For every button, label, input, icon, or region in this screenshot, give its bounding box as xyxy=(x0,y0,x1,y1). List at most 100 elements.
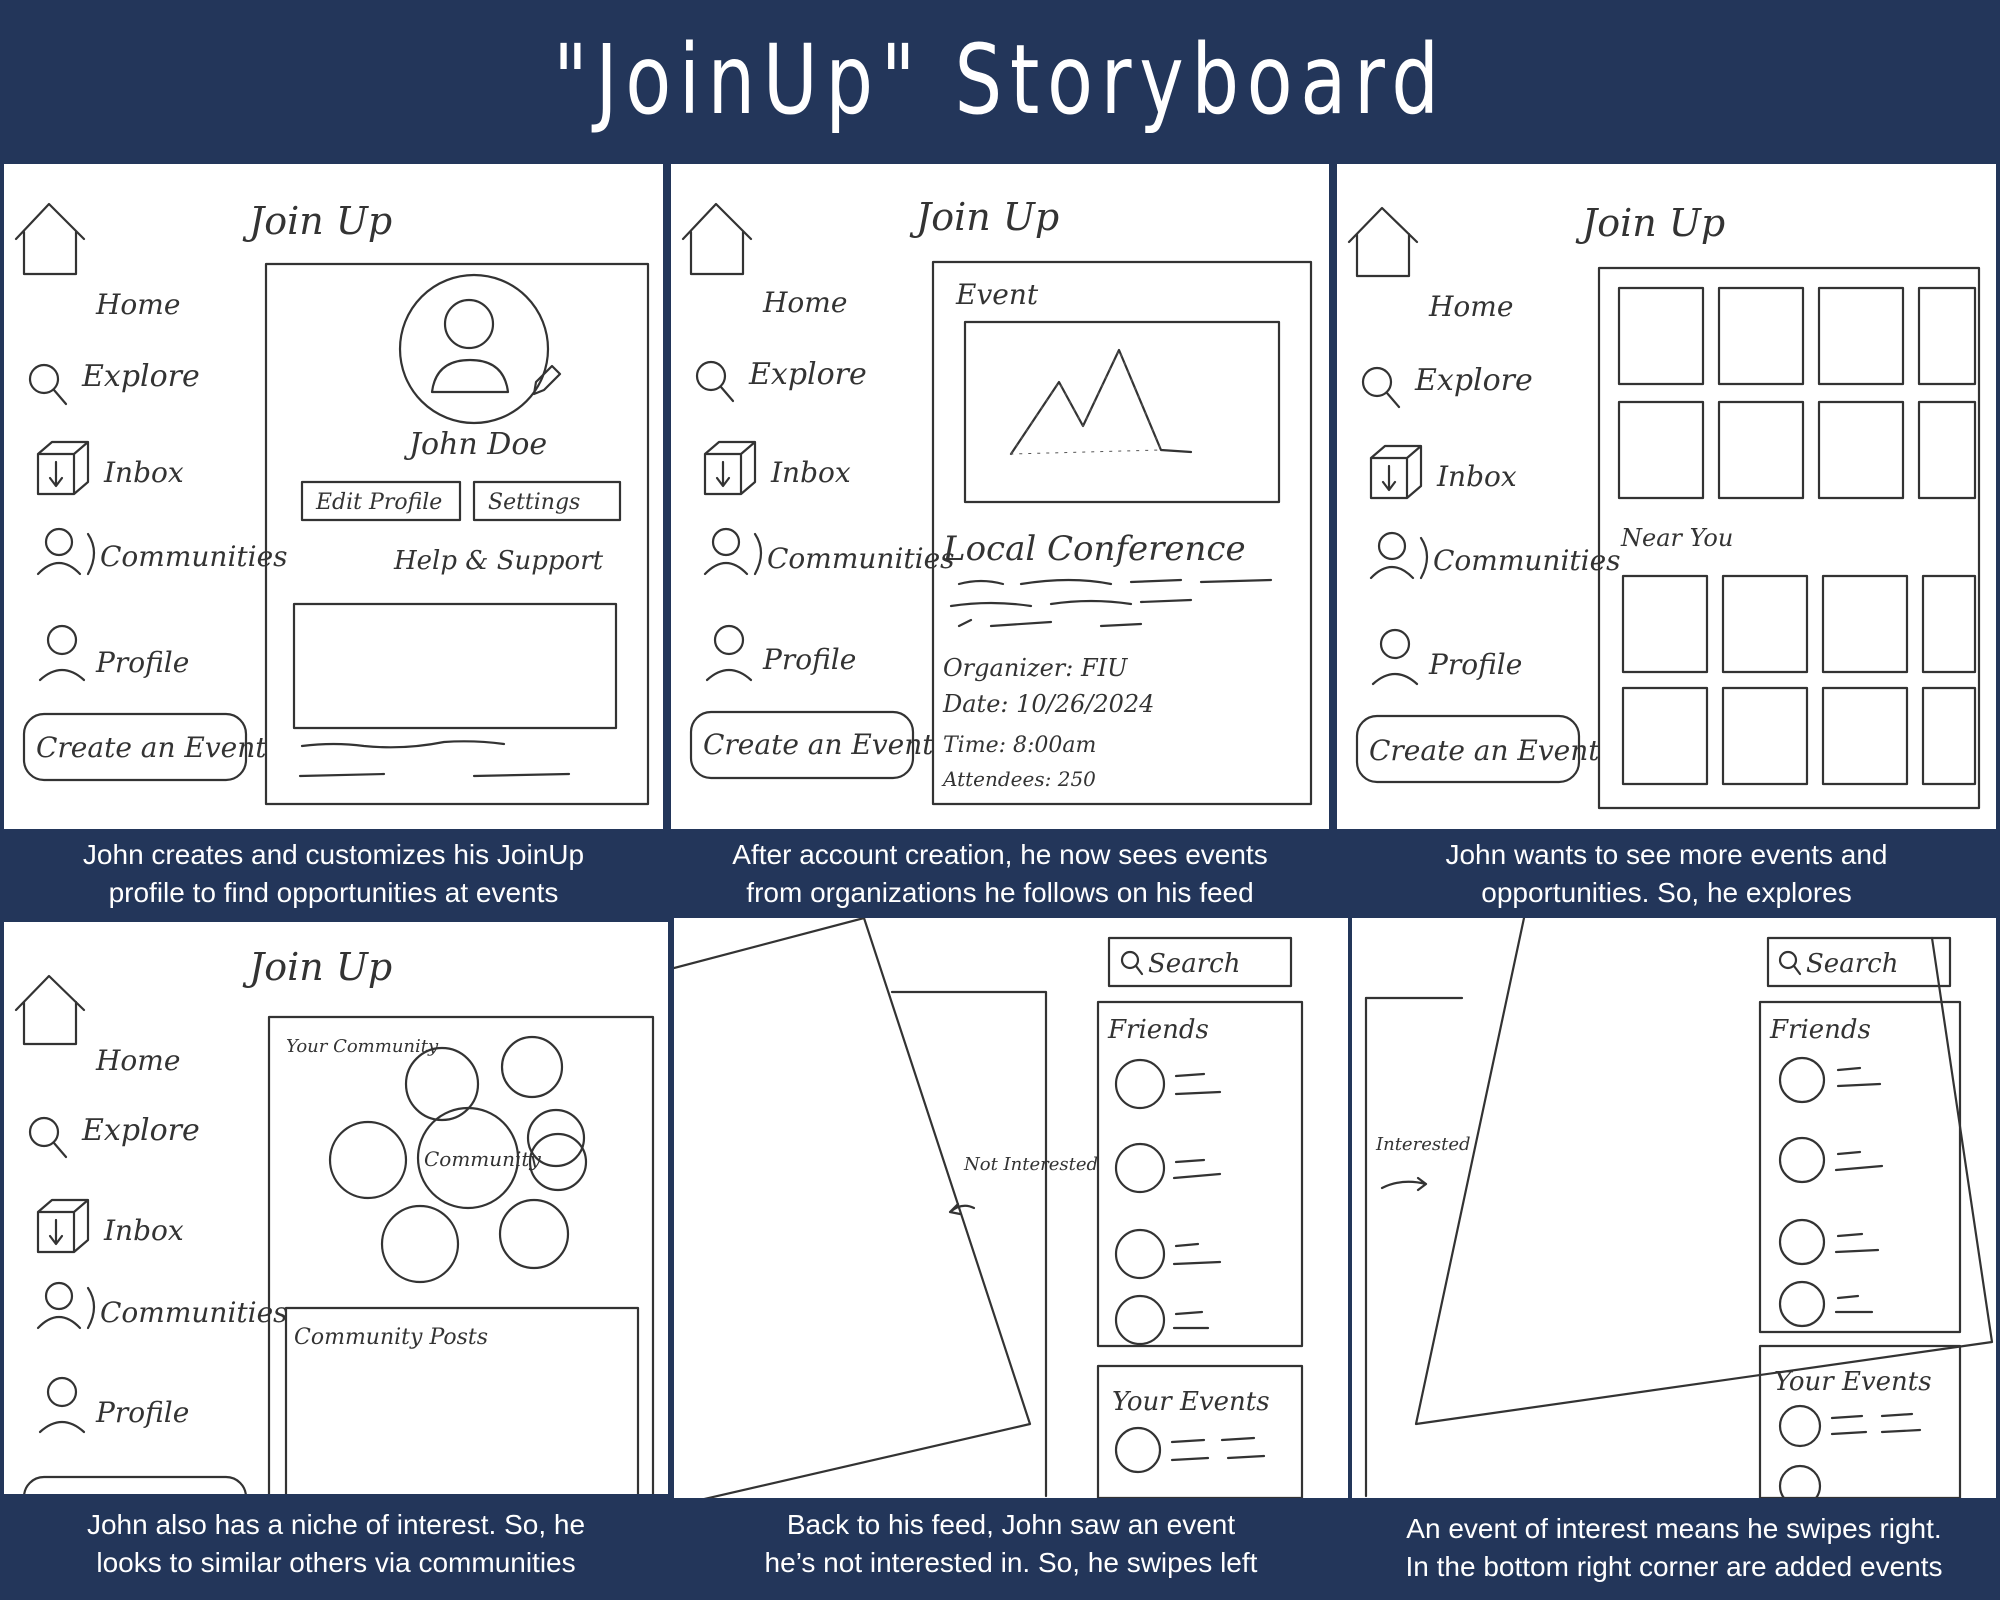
event-tile[interactable] xyxy=(1921,574,1977,674)
feed-card-behind xyxy=(890,990,1048,1498)
nav-profile[interactable]: Profile xyxy=(1428,648,1522,681)
nav-home[interactable]: Home xyxy=(762,286,847,319)
caption-6-line-2: In the bottom right corner are added eve… xyxy=(1405,1551,1943,1582)
home-icon xyxy=(14,202,86,276)
community-center-label: Community xyxy=(424,1147,541,1171)
nav-explore[interactable]: Explore xyxy=(81,359,200,394)
nav-communities[interactable]: Communities xyxy=(100,540,288,573)
nav-home[interactable]: Home xyxy=(95,288,180,321)
phone-frame xyxy=(267,1015,655,1494)
community-bubble[interactable] xyxy=(380,1204,460,1284)
friend-avatar[interactable] xyxy=(1114,1058,1166,1110)
panel-2-sketch: Join Up Home Explore Inbox Communities P… xyxy=(681,195,1313,806)
profile-icon xyxy=(38,624,86,682)
nav-communities[interactable]: Communities xyxy=(767,542,955,575)
nav-inbox[interactable]: Inbox xyxy=(770,456,851,489)
create-event-label: Create an Event xyxy=(1369,734,1600,767)
caption-3-line-2: opportunities. So, he explores xyxy=(1481,877,1852,908)
home-icon xyxy=(14,974,86,1046)
event-tile[interactable] xyxy=(1917,286,1977,386)
friend-avatar[interactable] xyxy=(1778,1280,1826,1328)
community-bubble[interactable] xyxy=(404,1046,480,1122)
event-avatar[interactable] xyxy=(1778,1404,1822,1448)
nav-profile[interactable]: Profile xyxy=(95,1396,189,1429)
friend-avatar[interactable] xyxy=(1778,1218,1826,1266)
nav-explore[interactable]: Explore xyxy=(748,357,867,392)
community-bubble[interactable] xyxy=(498,1198,570,1270)
profile-icon xyxy=(38,1376,86,1434)
nav-explore[interactable]: Explore xyxy=(1414,363,1533,398)
friend-avatar[interactable] xyxy=(1778,1056,1826,1104)
caption-4-line-1: John also has a niche of interest. So, h… xyxy=(86,1509,586,1540)
swiped-event-card[interactable] xyxy=(674,918,1032,1498)
event-tile[interactable] xyxy=(1921,686,1977,786)
event-tile[interactable] xyxy=(1917,400,1977,500)
panel-swipe-left: Not Interested Search Friends Your Event… xyxy=(674,918,1348,1498)
nav-communities[interactable]: Communities xyxy=(100,1296,288,1329)
nav-home[interactable]: Home xyxy=(95,1044,180,1077)
event-description-scribble xyxy=(949,578,1273,628)
event-tile[interactable] xyxy=(1621,574,1709,674)
friends-list xyxy=(1114,1058,1222,1346)
nav-inbox[interactable]: Inbox xyxy=(1436,460,1517,493)
create-event-label: Create an Event xyxy=(36,731,267,764)
card-edge xyxy=(674,918,866,970)
friend-avatar[interactable] xyxy=(1114,1142,1166,1194)
community-bubble[interactable] xyxy=(500,1035,564,1099)
event-tile[interactable] xyxy=(1621,686,1709,786)
nav-inbox[interactable]: Inbox xyxy=(103,1214,184,1247)
your-community-label: Your Community xyxy=(286,1036,439,1057)
nav-profile[interactable]: Profile xyxy=(95,646,189,679)
friends-heading: Friends xyxy=(1769,1015,1871,1045)
swiped-event-card[interactable] xyxy=(1414,918,1994,1426)
create-event-label: Create an Event xyxy=(703,728,934,761)
event-tile[interactable] xyxy=(1817,286,1905,386)
help-heading: Help & Support xyxy=(393,546,604,576)
event-tile[interactable] xyxy=(1617,286,1705,386)
right-arrow-icon xyxy=(1380,1176,1428,1192)
nav-inbox[interactable]: Inbox xyxy=(103,456,184,489)
inbox-icon xyxy=(703,440,757,496)
event-avatar[interactable] xyxy=(1114,1426,1162,1474)
caption-2-line-2: from organizations he follows on his fee… xyxy=(746,877,1254,908)
friend-avatar[interactable] xyxy=(1778,1136,1826,1184)
pencil-icon[interactable] xyxy=(532,364,562,396)
avatar xyxy=(398,273,550,425)
friends-heading: Friends xyxy=(1107,1015,1209,1045)
help-box xyxy=(292,602,618,730)
friends-box xyxy=(1096,1000,1304,1348)
caption-1-line-1: John creates and customizes his JoinUp xyxy=(82,839,585,870)
nav-communities[interactable]: Communities xyxy=(1433,544,1621,577)
profile-icon xyxy=(705,624,753,682)
nav-explore[interactable]: Explore xyxy=(81,1113,200,1148)
event-text-scribble xyxy=(1830,1412,1922,1436)
event-tile[interactable] xyxy=(1821,574,1909,674)
community-bubble[interactable] xyxy=(328,1120,408,1200)
friend-avatar[interactable] xyxy=(1114,1294,1166,1346)
caption-1-line-2: profile to find opportunities at events xyxy=(108,877,559,908)
caption-4: John also has a niche of interest. So, h… xyxy=(4,1506,668,1582)
event-tile[interactable] xyxy=(1717,286,1805,386)
event-tile[interactable] xyxy=(1721,574,1809,674)
nav-home[interactable]: Home xyxy=(1428,290,1513,323)
search-label: Search xyxy=(1806,949,1898,979)
search-icon xyxy=(1778,950,1802,976)
event-tile[interactable] xyxy=(1617,400,1705,500)
storyboard-title: "JoinUp" Storyboard xyxy=(553,24,1447,136)
create-event-button[interactable] xyxy=(23,1475,247,1494)
search-icon xyxy=(1361,366,1401,409)
nav-profile[interactable]: Profile xyxy=(762,643,856,676)
friends-list xyxy=(1778,1056,1884,1328)
event-avatar[interactable] xyxy=(1778,1464,1822,1498)
caption-6: An event of interest means he swipes rig… xyxy=(1352,1510,1996,1586)
event-tile[interactable] xyxy=(1817,400,1905,500)
search-icon xyxy=(695,360,735,403)
event-tile[interactable] xyxy=(1717,400,1805,500)
edit-profile-label: Edit Profile xyxy=(315,490,442,515)
friend-avatar[interactable] xyxy=(1114,1228,1166,1280)
event-tile[interactable] xyxy=(1821,686,1909,786)
caption-5: Back to his feed, John saw an event he’s… xyxy=(674,1506,1348,1582)
event-tile[interactable] xyxy=(1721,686,1809,786)
friend-text-scribble xyxy=(1172,1310,1210,1330)
friend-text-scribble xyxy=(1172,1158,1222,1180)
